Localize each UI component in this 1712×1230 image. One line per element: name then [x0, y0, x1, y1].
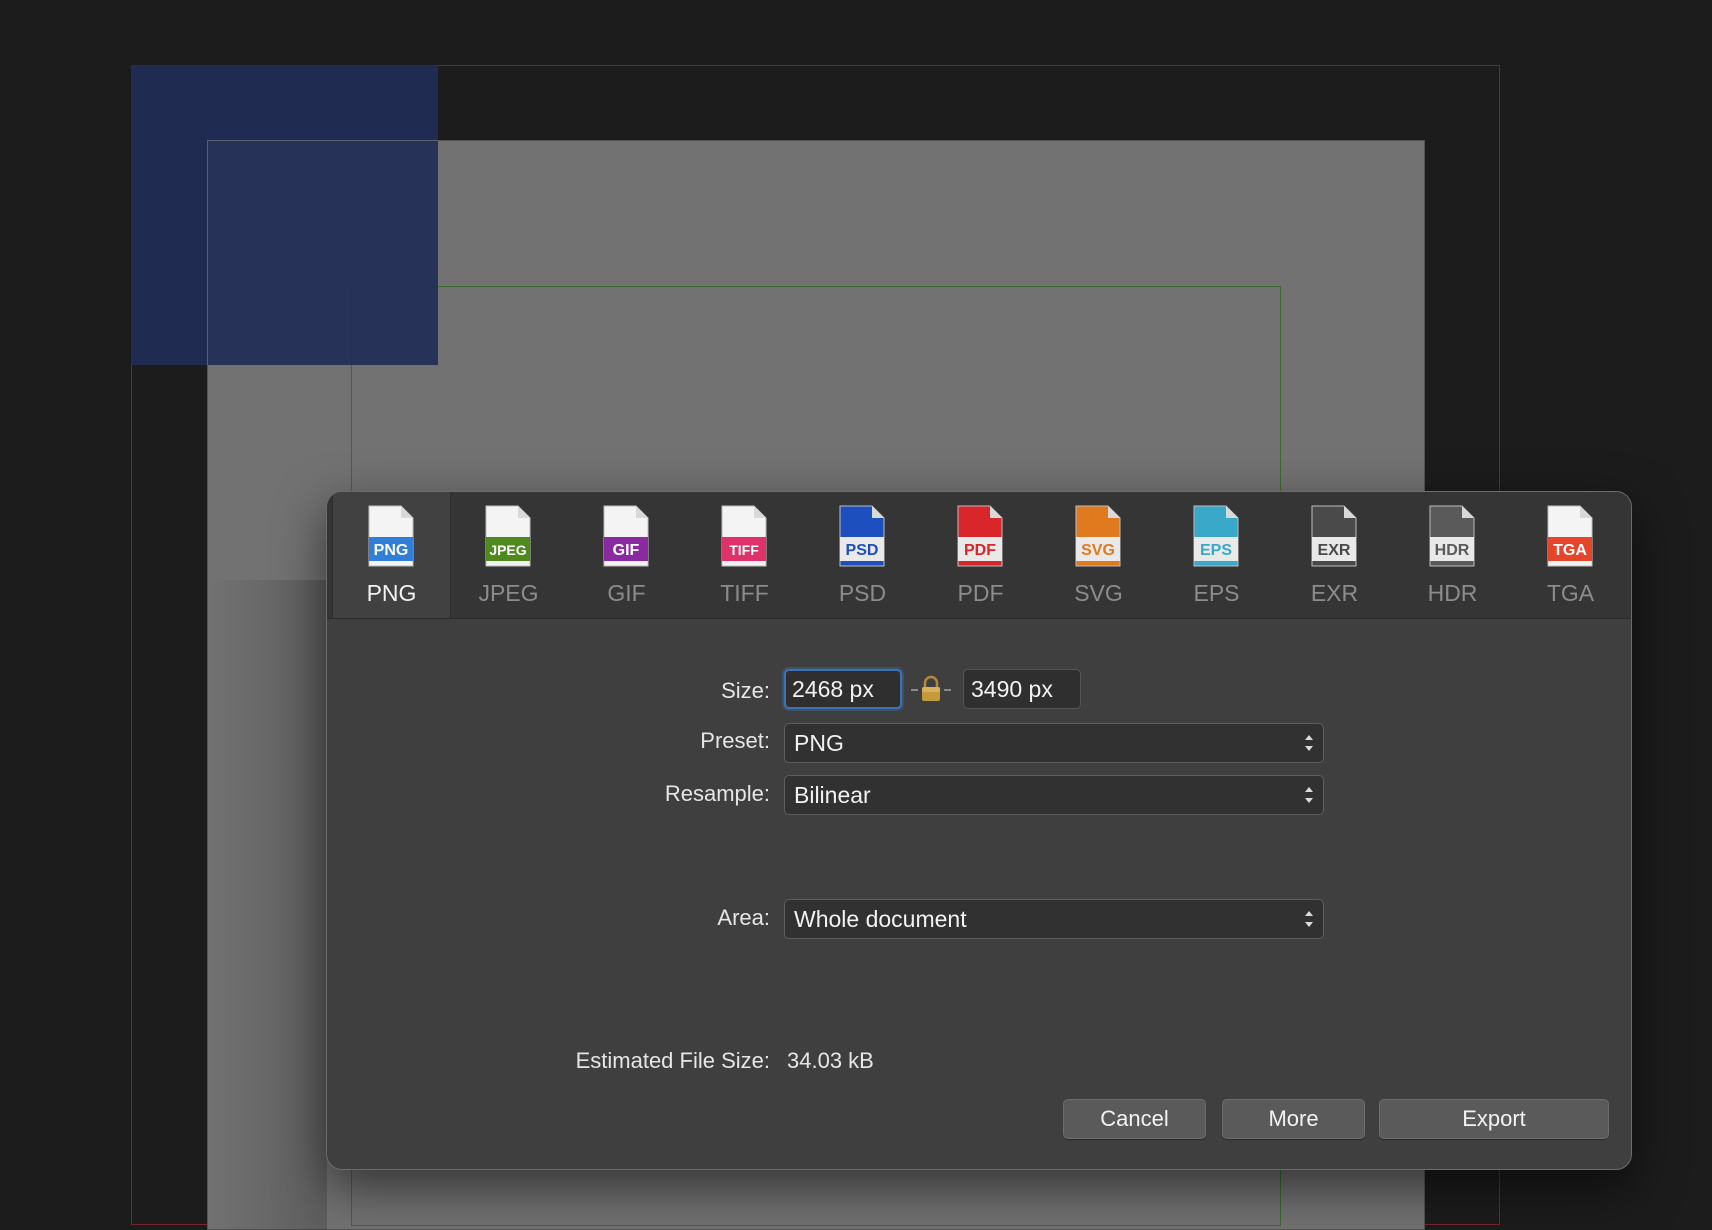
lock-icon[interactable]	[911, 675, 951, 703]
format-tab-tga[interactable]: TGA TGA	[1512, 492, 1629, 618]
area-row-label-wrap: Area:	[327, 899, 770, 939]
exr-file-icon: EXR	[1309, 504, 1359, 568]
format-tab-label: PNG	[366, 580, 417, 606]
dialog-shadow	[207, 580, 327, 1230]
estimated-size-value: 34.03 kB	[787, 1048, 874, 1073]
format-badge-text: SVG	[1081, 542, 1115, 559]
format-tab-label: EXR	[1310, 580, 1359, 606]
preset-value: PNG	[794, 730, 844, 756]
height-field[interactable]: 3490 px	[963, 669, 1081, 709]
format-tab-gif[interactable]: GIF GIF	[568, 492, 685, 618]
resample-value: Bilinear	[794, 782, 871, 808]
size-label: Size:	[721, 678, 770, 703]
format-tab-label: TIFF	[720, 580, 769, 606]
resample-popup[interactable]: Bilinear	[784, 775, 1324, 815]
format-tab-label: PSD	[838, 580, 887, 606]
format-badge-text: TGA	[1553, 542, 1587, 559]
area-value: Whole document	[794, 906, 967, 932]
preset-label: Preset:	[700, 728, 770, 753]
more-button[interactable]: More	[1222, 1099, 1365, 1139]
format-badge-text: EXR	[1318, 542, 1351, 559]
format-badge-text: PNG	[374, 542, 409, 559]
format-tab-jpeg[interactable]: JPEG JPEG	[450, 492, 567, 618]
format-tab-png[interactable]: PNG PNG	[332, 492, 451, 618]
format-tab-label: SVG	[1074, 580, 1123, 606]
format-tab-psd[interactable]: PSD PSD	[804, 492, 921, 618]
format-badge-text: PDF	[964, 542, 996, 559]
width-field[interactable]: 2468 px	[784, 669, 902, 709]
export-button[interactable]: Export	[1379, 1099, 1609, 1139]
format-tab-label: PDF	[957, 580, 1004, 606]
page-corner-edge	[207, 140, 438, 365]
format-badge-text: EPS	[1200, 542, 1232, 559]
tga-file-icon: TGA	[1545, 504, 1595, 568]
hdr-file-icon: HDR	[1427, 504, 1477, 568]
eps-file-icon: EPS	[1191, 504, 1241, 568]
size-row-label-wrap: Size:	[327, 672, 770, 712]
area-label: Area:	[717, 905, 770, 930]
jpeg-file-icon: JPEG	[483, 504, 533, 568]
format-toolbar: PNG PNG JPEG JPEG GIF GIF TIFF TIFF PSD PSD PDF PDF…	[327, 492, 1631, 619]
updown-arrows-icon	[1303, 730, 1315, 756]
format-tab-tiff[interactable]: TIFF TIFF	[686, 492, 803, 618]
updown-arrows-icon	[1303, 782, 1315, 808]
format-badge-text: GIF	[613, 542, 640, 559]
format-tab-label: EPS	[1193, 580, 1240, 606]
format-tab-eps[interactable]: EPS EPS	[1158, 492, 1275, 618]
preset-popup[interactable]: PNG	[784, 723, 1324, 763]
format-tab-label: TGA	[1546, 580, 1595, 606]
format-tab-pdf[interactable]: PDF PDF	[922, 492, 1039, 618]
preset-row-label-wrap: Preset:	[327, 722, 770, 762]
format-tab-exr[interactable]: EXR EXR	[1276, 492, 1393, 618]
format-badge-text: JPEG	[489, 542, 526, 558]
format-tab-label: GIF	[607, 580, 646, 606]
format-badge-text: TIFF	[729, 542, 759, 558]
estimated-size-label: Estimated File Size:	[575, 1048, 770, 1073]
updown-arrows-icon	[1303, 906, 1315, 932]
format-badge-text: PSD	[846, 542, 879, 559]
export-dialog: PNG PNG JPEG JPEG GIF GIF TIFF TIFF PSD PSD PDF PDF…	[326, 491, 1632, 1170]
resample-label: Resample:	[664, 781, 770, 806]
format-tab-svg[interactable]: SVG SVG	[1040, 492, 1157, 618]
tiff-file-icon: TIFF	[719, 504, 769, 568]
cancel-button[interactable]: Cancel	[1063, 1099, 1206, 1139]
area-popup[interactable]: Whole document	[784, 899, 1324, 939]
png-file-icon: PNG	[366, 504, 416, 568]
gif-file-icon: GIF	[601, 504, 651, 568]
format-tab-label: JPEG	[478, 580, 539, 606]
format-badge-text: HDR	[1435, 542, 1470, 559]
resample-row-label-wrap: Resample:	[327, 775, 770, 815]
format-tab-label: HDR	[1427, 580, 1478, 606]
svg-file-icon: SVG	[1073, 504, 1123, 568]
pdf-file-icon: PDF	[955, 504, 1005, 568]
format-tab-hdr[interactable]: HDR HDR	[1394, 492, 1511, 618]
psd-file-icon: PSD	[837, 504, 887, 568]
